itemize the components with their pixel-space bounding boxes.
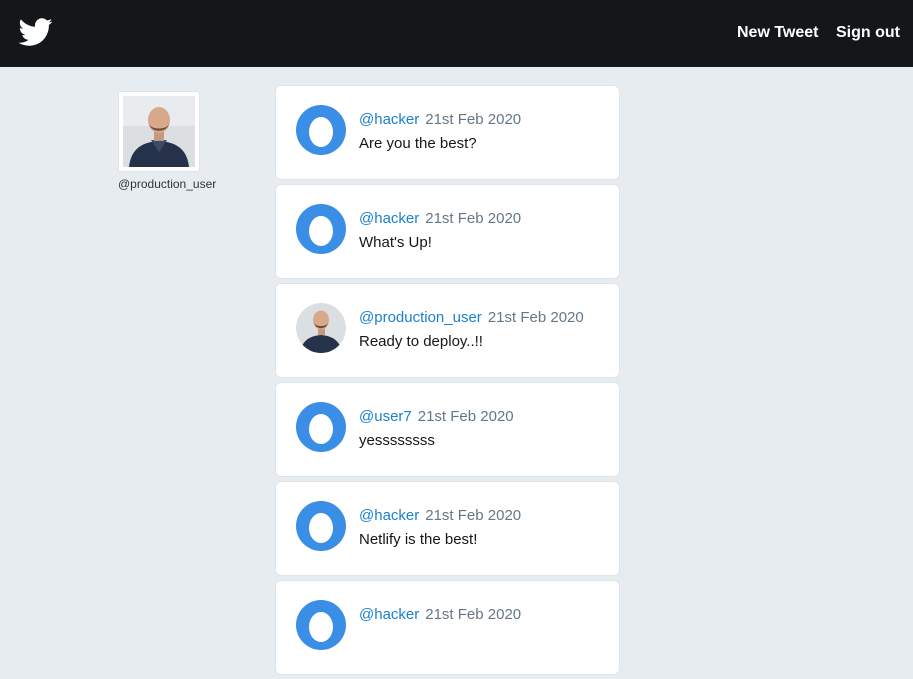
egg-avatar-icon[interactable] <box>296 204 346 254</box>
tweet-date: 21st Feb 2020 <box>417 408 514 425</box>
tweet-meta: @production_user 21st Feb 2020 <box>359 309 584 326</box>
tweet-username-link[interactable]: @hacker <box>359 111 419 128</box>
tweet-date: 21st Feb 2020 <box>425 111 522 128</box>
tweet-username-link[interactable]: @hacker <box>359 507 419 524</box>
tweet-date: 21st Feb 2020 <box>425 507 522 524</box>
tweet-meta: @user7 21st Feb 2020 <box>359 408 514 425</box>
new-tweet-link[interactable]: New Tweet <box>737 24 819 42</box>
tweet-meta: @hacker 21st Feb 2020 <box>359 111 521 128</box>
tweet-card: @hacker 21st Feb 2020 What's Up! <box>275 184 620 279</box>
tweet-date: 21st Feb 2020 <box>487 309 584 326</box>
tweet-date: 21st Feb 2020 <box>425 210 522 227</box>
egg-avatar-icon[interactable] <box>296 105 346 155</box>
sign-out-link[interactable]: Sign out <box>836 24 900 42</box>
tweet-meta: @hacker 21st Feb 2020 <box>359 507 521 524</box>
profile-photo-image <box>123 96 195 167</box>
twitter-bird-icon[interactable] <box>17 15 55 49</box>
tweet-card: @hacker 21st Feb 2020 Are you the best? <box>275 85 620 180</box>
profile-avatar[interactable] <box>118 91 200 172</box>
tweet-username-link[interactable]: @production_user <box>359 309 482 326</box>
tweet-text: What's Up! <box>359 234 432 251</box>
tweet-card: @production_user 21st Feb 2020 Ready to d… <box>275 283 620 378</box>
user-photo-avatar[interactable] <box>296 303 346 353</box>
tweet-card: @hacker 21st Feb 2020 <box>275 580 620 675</box>
tweet-username-link[interactable]: @hacker <box>359 210 419 227</box>
tweet-card: @user7 21st Feb 2020 yessssssss <box>275 382 620 477</box>
egg-avatar-icon[interactable] <box>296 501 346 551</box>
profile-handle: @production_user <box>118 177 217 191</box>
egg-avatar-icon[interactable] <box>296 402 346 452</box>
tweet-feed: @hacker 21st Feb 2020 Are you the best? @… <box>275 85 620 679</box>
profile-card: @production_user <box>118 91 238 191</box>
tweet-username-link[interactable]: @user7 <box>359 408 412 425</box>
top-navbar: New Tweet Sign out <box>0 0 913 67</box>
tweet-meta: @hacker 21st Feb 2020 <box>359 210 521 227</box>
tweet-text: Ready to deploy..!! <box>359 333 483 350</box>
tweet-text: yessssssss <box>359 432 435 449</box>
tweet-text: Are you the best? <box>359 135 477 152</box>
egg-avatar-icon[interactable] <box>296 600 346 650</box>
tweet-card: @hacker 21st Feb 2020 Netlify is the best… <box>275 481 620 576</box>
tweet-text: Netlify is the best! <box>359 531 478 548</box>
